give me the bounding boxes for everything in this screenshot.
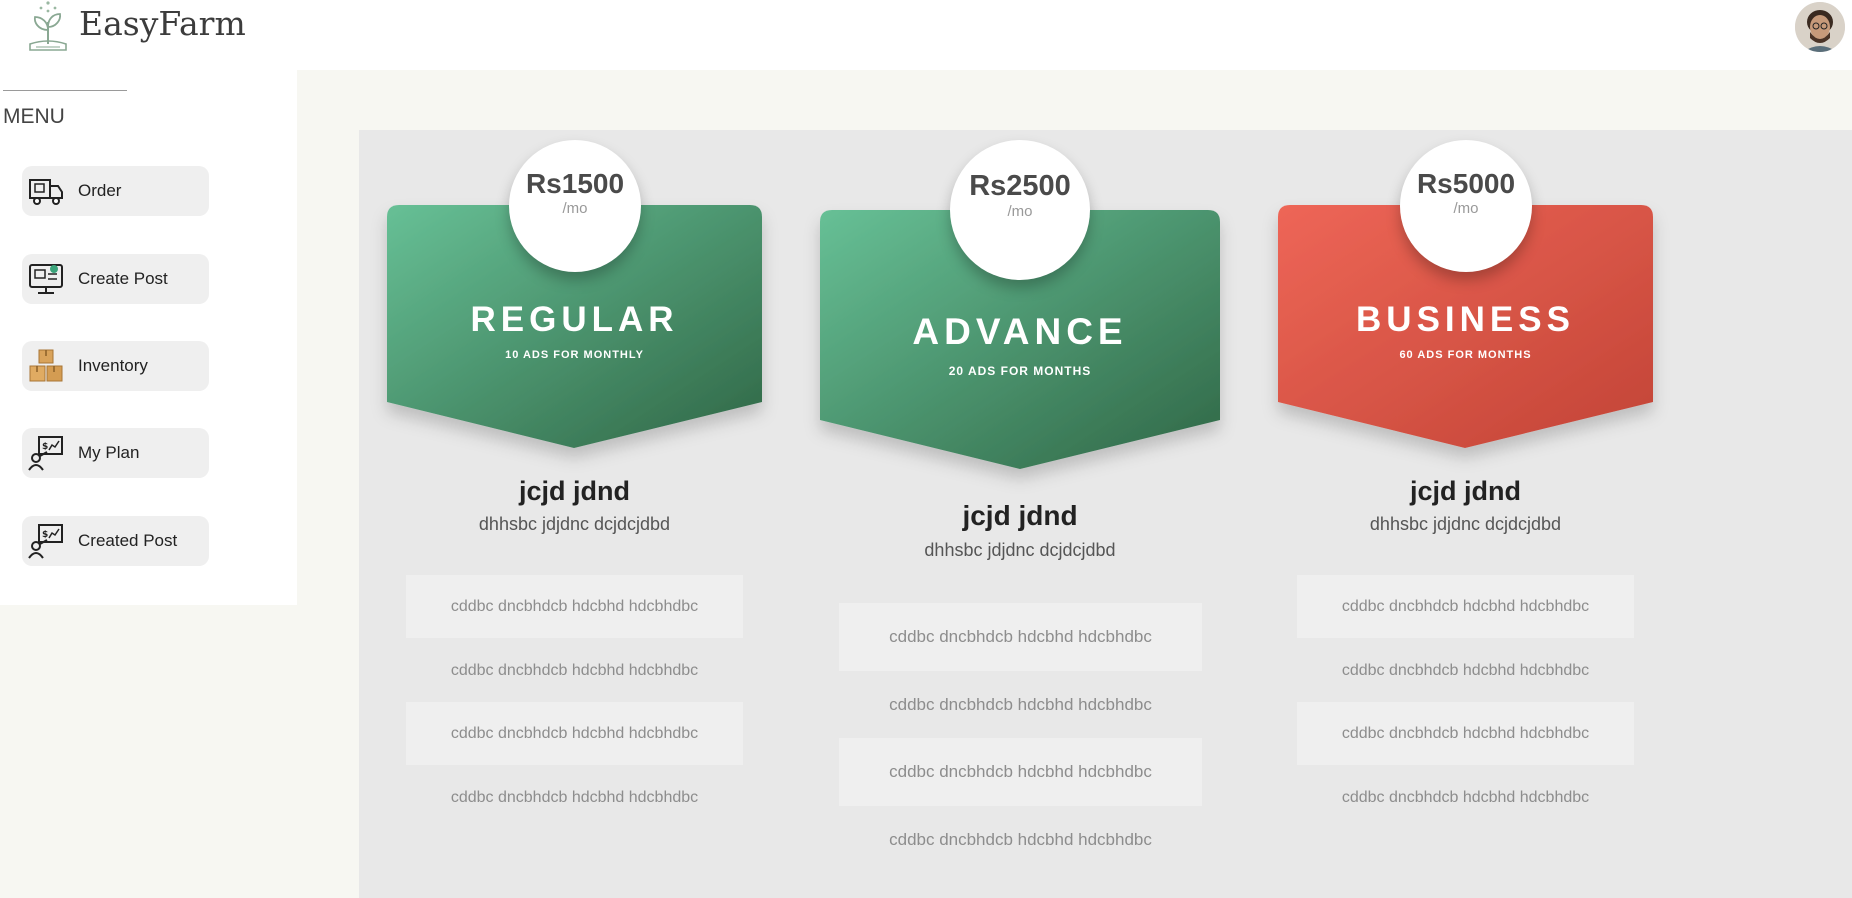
- card-description: dhhsbc jdjdnc dcjdcjdbd: [1369, 514, 1562, 534]
- card-title: jcjd jdnd: [962, 500, 1078, 531]
- plan-subtitle: 20 ADS FOR MONTHS: [948, 364, 1092, 378]
- sidebar-item-label: Inventory: [78, 356, 148, 375]
- sidebar-item-order[interactable]: Order: [22, 166, 209, 216]
- sidebar-item-label: Order: [78, 181, 122, 200]
- card-title: jcjd jdnd: [519, 476, 630, 506]
- plan-card-advance[interactable]: Rs2500 /mo ADVANCE 20 ADS FOR MONTHS jcj…: [820, 130, 1220, 860]
- feature-item: cddbc dncbhdcb hdcbhd hdcbhdbc: [889, 695, 1152, 714]
- pricing-section: Rs1500 /mo REGULAR 10 ADS FOR MONTHLY jc…: [359, 130, 1852, 898]
- feature-item: cddbc dncbhdcb hdcbhd hdcbhdbc: [1297, 575, 1634, 638]
- price-badge: Rs5000 /mo: [1400, 140, 1532, 272]
- card-description: dhhsbc jdjdnc dcjdcjdbd: [924, 540, 1116, 560]
- svg-text:$: $: [42, 530, 48, 540]
- plan-card-business[interactable]: Rs5000 /mo BUSINESS 60 ADS FOR MONTHS jc…: [1278, 130, 1653, 830]
- feature-item: cddbc dncbhdcb hdcbhd hdcbhdbc: [1297, 702, 1634, 765]
- feature-item: cddbc dncbhdcb hdcbhd hdcbhdbc: [839, 738, 1202, 806]
- feature-item: cddbc dncbhdcb hdcbhd hdcbhdbc: [450, 662, 699, 679]
- price-badge: Rs1500 /mo: [509, 140, 641, 272]
- sidebar-item-my-plan[interactable]: $ My Plan: [22, 428, 209, 478]
- sidebar-item-label: Create Post: [78, 269, 168, 288]
- sidebar-item-create-post[interactable]: Create Post: [22, 254, 209, 304]
- plan-name: BUSINESS: [1356, 300, 1575, 339]
- sidebar-item-label: Created Post: [78, 531, 178, 550]
- sidebar-item-inventory[interactable]: Inventory: [22, 341, 209, 391]
- price-badge: Rs2500 /mo: [950, 140, 1090, 280]
- feature-item: cddbc dncbhdcb hdcbhd hdcbhdbc: [839, 603, 1202, 671]
- price-amount: Rs1500: [525, 168, 625, 199]
- plan-subtitle: 60 ADS FOR MONTHS: [1399, 349, 1532, 361]
- feature-item: cddbc dncbhdcb hdcbhd hdcbhdbc: [450, 789, 699, 806]
- feature-item: cddbc dncbhdcb hdcbhd hdcbhdbc: [1341, 789, 1590, 806]
- sidebar: MENU Order Create Post Inventory $ My Pl…: [0, 70, 297, 605]
- price-period: /mo: [562, 200, 588, 217]
- sidebar-item-label: My Plan: [78, 443, 140, 462]
- monitor-post-icon: [27, 260, 65, 298]
- menu-title: MENU: [3, 105, 65, 128]
- top-header: EasyFarm: [0, 0, 1852, 70]
- user-plan-icon: $: [27, 434, 65, 472]
- boxes-icon: [27, 347, 65, 385]
- seedling-logo-icon[interactable]: [26, 0, 70, 54]
- price-amount: Rs2500: [969, 170, 1071, 202]
- brand-name[interactable]: EasyFarm: [79, 4, 246, 43]
- card-description: dhhsbc jdjdnc dcjdcjdbd: [478, 514, 671, 534]
- plan-name: ADVANCE: [912, 311, 1128, 352]
- feature-item: cddbc dncbhdcb hdcbhd hdcbhdbc: [1341, 662, 1590, 679]
- feature-item: cddbc dncbhdcb hdcbhd hdcbhdbc: [406, 575, 743, 638]
- plan-card-regular[interactable]: Rs1500 /mo REGULAR 10 ADS FOR MONTHLY jc…: [387, 130, 762, 830]
- price-amount: Rs5000: [1416, 168, 1516, 199]
- feature-item: cddbc dncbhdcb hdcbhd hdcbhdbc: [406, 702, 743, 765]
- delivery-truck-icon: [27, 172, 65, 210]
- sidebar-item-created-post[interactable]: $ Created Post: [22, 516, 209, 566]
- svg-text:$: $: [42, 442, 48, 452]
- price-period: /mo: [1007, 203, 1033, 220]
- user-plan-icon: $: [27, 522, 65, 560]
- feature-item: cddbc dncbhdcb hdcbhd hdcbhdbc: [889, 830, 1152, 849]
- price-period: /mo: [1453, 200, 1479, 217]
- menu-divider: [3, 90, 127, 91]
- plan-name: REGULAR: [470, 300, 679, 339]
- card-title: jcjd jdnd: [1410, 476, 1521, 506]
- plan-subtitle: 10 ADS FOR MONTHLY: [505, 349, 644, 361]
- user-avatar[interactable]: [1795, 2, 1845, 52]
